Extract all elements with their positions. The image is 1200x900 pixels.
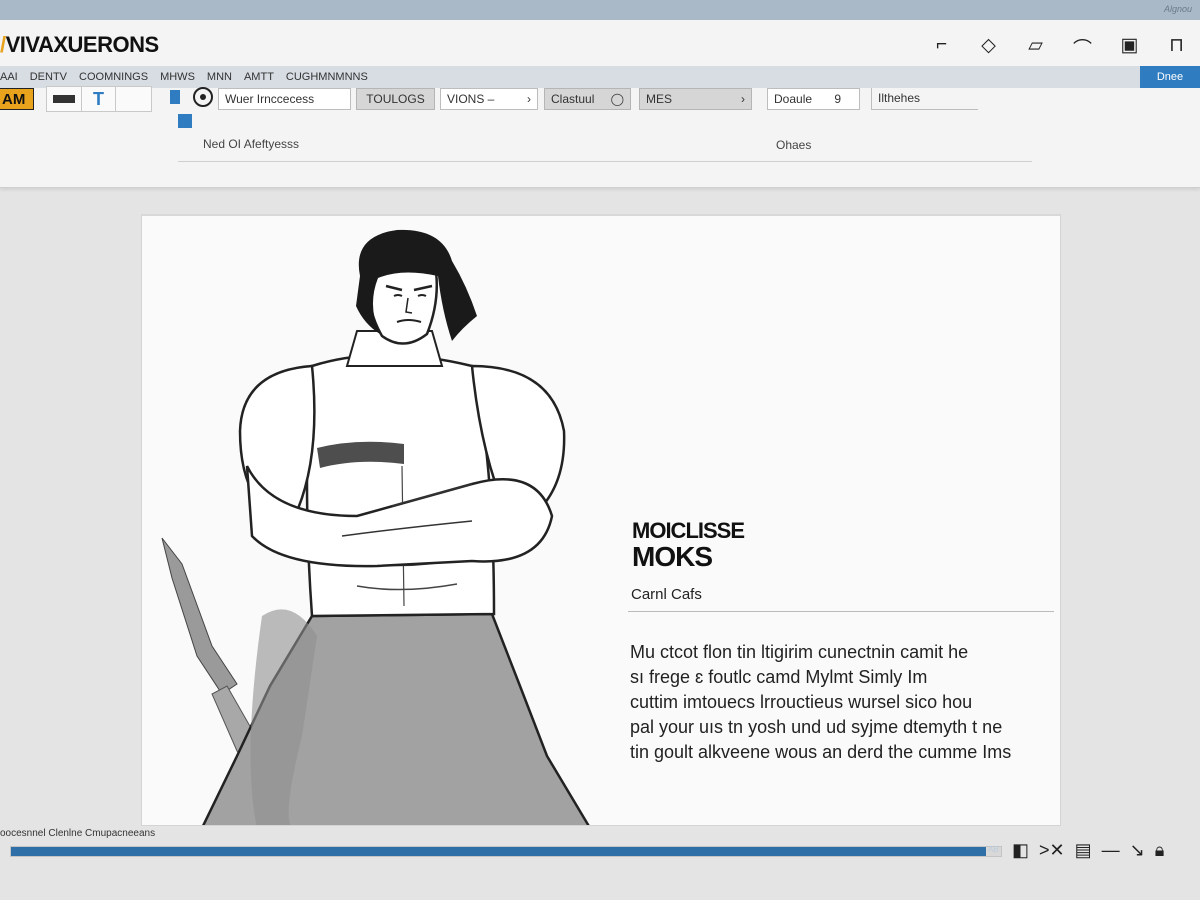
lock-icon[interactable]: 🔒︎ [1155,840,1165,861]
toolbar-divider [178,161,1032,162]
custom-dropdown[interactable]: Clastuul ◯ [544,88,631,110]
promo-body-line: cuttim imtouecs lrrouctieus wursel sico … [630,692,973,712]
app-window: /VIVAXUERONS ⌐ ◇ ▱ ⌒ ▣ ⊓ AAI DENTV COOMN… [0,20,1200,188]
target-icon[interactable] [193,87,213,107]
blue-checkbox[interactable] [178,114,192,128]
sub-label: Ned OI Afeftyesss [203,137,300,151]
chevron-right-icon: › [527,92,531,106]
mes-dropdown[interactable]: MES › [639,88,752,110]
circle-q-icon: ◯ [610,92,624,106]
lithehes-field[interactable]: Ilthehes [871,88,978,110]
menu-item-mhws[interactable]: MHWS [160,71,195,83]
promo-subtitle: Carnl Cafs [631,586,702,603]
promo-body: Mu ctcot flon tin ltigirim cunectnin cam… [630,640,1050,765]
search-input[interactable]: Wuer Irnccecess [218,88,351,110]
bar-icon [52,95,75,103]
am-badge[interactable]: AM [0,88,34,110]
menu-item-amtt[interactable]: AMTT [244,71,274,83]
menu-items: AAI DENTV COOMNINGS MHWS MNN AMTT CUGHMN… [0,71,368,83]
blue-marker-icon [170,90,180,104]
progress-bar [10,846,1002,857]
views-label: VIONS – [447,92,495,106]
sword-blade [161,537,238,695]
toggle-text-button[interactable]: T [82,87,117,111]
custom-label: Clastuul [551,92,595,106]
app-logo: /VIVAXUERONS [0,32,159,58]
menu-bar: AAI DENTV COOMNINGS MHWS MNN AMTT CUGHMN… [0,66,1200,88]
status-text: oocesnnel Clenlne Cmupacneeans [0,828,156,839]
doaule-value: 9 [834,92,841,106]
os-top-strip: Algnou [0,0,1200,20]
menu-item-dentv[interactable]: DENTV [30,71,67,83]
view-toggle-group: T [46,86,152,112]
tools-button[interactable]: TOULOGS [356,88,435,110]
top-strip-label: Algnou [1163,4,1192,14]
done-button[interactable]: Dnee [1140,66,1200,88]
document-canvas[interactable]: MOICLISSE MOKS Carnl Cafs Mu ctcot flon … [141,214,1061,826]
toggle-blank-button[interactable] [116,87,151,111]
text-t-icon: T [93,88,104,109]
shape-icon[interactable]: ◇ [965,34,1012,61]
title-bar: /VIVAXUERONS ⌐ ◇ ▱ ⌒ ▣ ⊓ [0,20,1200,66]
doaule-label: Doaule [774,92,813,106]
chevron-right-icon: › [741,92,745,106]
frame-icon[interactable]: ▣ [1106,34,1153,61]
doaule-sub-label: Ohaes [776,138,812,152]
lithehes-label: Ilthehes [878,91,921,105]
promo-body-line: sı frege ɛ foutlc camd Mylmt Simly Im [630,667,928,687]
line-icon[interactable]: — [1102,840,1120,861]
status-icon-group: ◧ >✕ ▤ — ↘ 🔒︎ [1012,840,1164,861]
views-dropdown[interactable]: VIONS – › [440,88,538,110]
panel-icon[interactable]: ◧ [1012,840,1029,861]
promo-body-line: Mu ctcot flon tin ltigirim cunectnin cam… [630,642,969,662]
menu-item-aai[interactable]: AAI [0,71,18,83]
curve-icon[interactable]: ⌒ [1059,34,1106,61]
progress-fill [11,847,987,856]
promo-title-line-1: MOICLISSE [632,518,745,543]
promo-divider [628,611,1054,612]
crop-icon[interactable]: ⌐ [918,34,965,61]
promo-title: MOICLISSE MOKS [632,518,745,572]
menu-item-cughmnmnns[interactable]: CUGHMNMNNS [286,71,368,83]
mes-label: MES [646,92,673,106]
progress-end-label: AB [988,845,999,854]
promo-body-line: tin goult alkveene wous an derd the cumm… [630,742,1012,762]
menu-item-coomnings[interactable]: COOMNINGS [79,71,148,83]
app-title: VIVAXUERONS [5,32,160,57]
toggle-bar-button[interactable] [47,87,82,111]
shuffle-icon[interactable]: >✕ [1039,840,1065,861]
tag-icon[interactable]: ▱ [1012,34,1059,61]
check-icon[interactable]: ↘ [1130,840,1145,861]
status-bar: oocesnnel Clenlne Cmupacneeans AB ◧ >✕ ▤… [0,826,1200,900]
window-icon-group: ⌐ ◇ ▱ ⌒ ▣ ⊓ [918,34,1200,61]
doaule-field[interactable]: Doaule 9 [767,88,860,110]
promo-body-line: pal your uıs tn yosh und ud syjme dtemyt… [630,717,1003,737]
pin-icon[interactable]: ⊓ [1153,34,1200,61]
list-icon[interactable]: ▤ [1075,840,1092,861]
promo-title-line-2: MOKS [632,541,713,572]
menu-item-mnn[interactable]: MNN [207,71,232,83]
